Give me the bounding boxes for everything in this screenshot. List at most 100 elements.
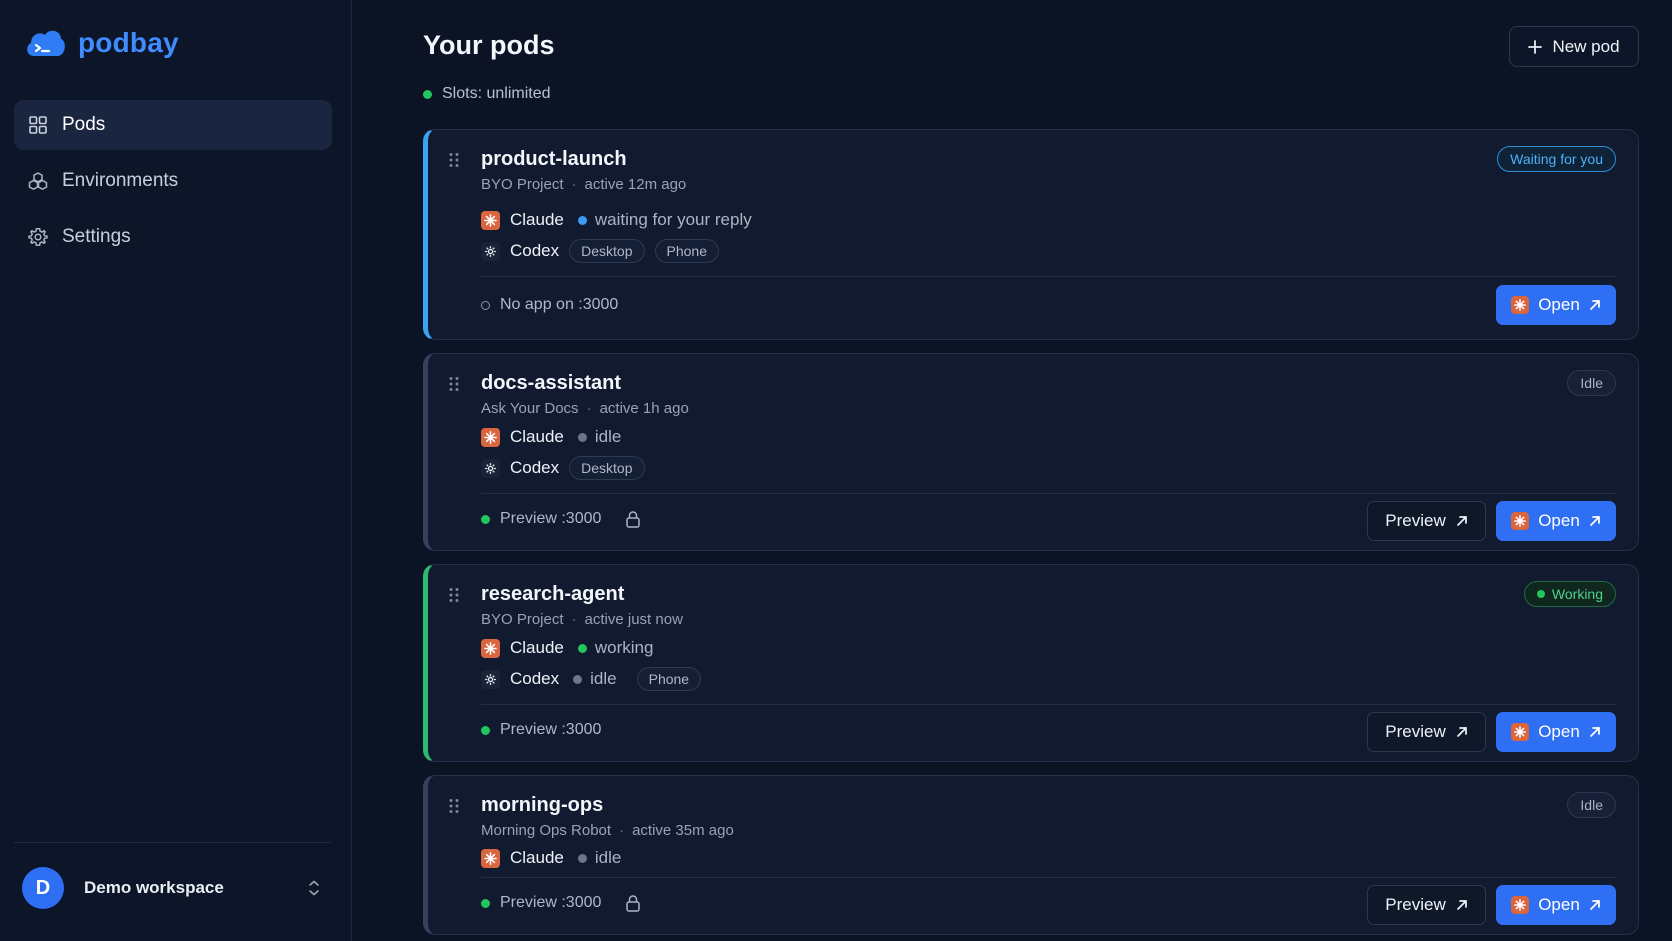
claude-icon <box>481 210 500 230</box>
agent-row-claude: Claude idle <box>481 427 621 447</box>
claude-icon <box>481 427 500 447</box>
status-dot <box>481 725 490 735</box>
status-badge: Waiting for you <box>1497 146 1616 172</box>
codex-icon <box>481 669 500 689</box>
external-arrow-icon <box>1589 516 1600 526</box>
agent-name: Claude <box>510 210 564 229</box>
sidebar-item-label: Pods <box>62 114 106 135</box>
external-arrow-icon <box>1456 727 1467 737</box>
open-button[interactable]: Open <box>1496 712 1616 752</box>
avatar: D <box>22 867 64 909</box>
status-badge: Idle <box>1567 792 1616 818</box>
card-divider <box>481 493 1616 494</box>
logo[interactable]: podbay <box>24 26 179 60</box>
drag-handle-icon[interactable] <box>448 587 460 603</box>
preview-status-label: Preview :3000 <box>500 894 602 911</box>
sidebar-item-environments[interactable]: Environments <box>14 156 332 206</box>
pod-name[interactable]: morning-ops <box>481 794 603 817</box>
agent-row-claude: Claude idle <box>481 848 621 868</box>
preview-status: Preview :3000 <box>481 894 641 912</box>
status-dot <box>577 215 587 225</box>
pod-meta: BYO Project · active just now <box>481 611 683 628</box>
lock-icon[interactable] <box>625 510 641 528</box>
drag-handle-icon[interactable] <box>448 376 460 392</box>
agent-status: idle <box>573 669 617 689</box>
meta-separator: · <box>619 822 625 839</box>
agent-row-codex: Codex Desktop <box>481 456 645 480</box>
app-status-label: No app on :3000 <box>500 296 619 313</box>
status-dot <box>423 89 432 99</box>
lock-icon[interactable] <box>625 894 641 912</box>
external-arrow-icon <box>1589 300 1600 310</box>
cubes-icon <box>28 172 48 191</box>
workspace-switcher[interactable]: D Demo workspace <box>22 866 330 910</box>
preview-status-label: Preview :3000 <box>500 721 602 738</box>
grid-icon <box>29 116 47 134</box>
pod-name[interactable]: docs-assistant <box>481 372 621 395</box>
pod-project: BYO Project <box>481 611 564 628</box>
pod-project: Morning Ops Robot <box>481 822 612 839</box>
new-pod-button[interactable]: New pod <box>1509 26 1639 67</box>
gear-icon <box>28 228 48 246</box>
agent-status-label: working <box>594 638 654 657</box>
preview-button[interactable]: Preview <box>1367 501 1486 541</box>
pod-card-docs-assistant[interactable]: docs-assistant Ask Your Docs · active 1h… <box>423 353 1639 551</box>
open-button[interactable]: Open <box>1496 285 1616 325</box>
agent-name: Claude <box>510 638 564 657</box>
codex-icon <box>481 458 500 478</box>
status-dot <box>481 898 490 908</box>
open-label: Open <box>1538 511 1580 530</box>
pod-meta: BYO Project · active 12m ago <box>481 176 686 193</box>
open-label: Open <box>1538 722 1580 741</box>
meta-separator: · <box>571 611 577 628</box>
badge-label: Waiting for you <box>1510 151 1603 167</box>
badge-label: Idle <box>1580 375 1603 391</box>
card-divider <box>481 276 1616 277</box>
agent-name: Claude <box>510 848 564 867</box>
pod-name[interactable]: research-agent <box>481 583 624 606</box>
agent-name: Claude <box>510 427 564 446</box>
preview-status-label: Preview :3000 <box>500 510 602 527</box>
device-chip: Desktop <box>569 239 645 263</box>
badge-label: Working <box>1551 586 1603 602</box>
agent-status: working <box>577 638 654 658</box>
pod-name[interactable]: product-launch <box>481 148 627 171</box>
claude-icon <box>1511 512 1530 530</box>
preview-button[interactable]: Preview <box>1367 712 1486 752</box>
cloud-terminal-icon <box>27 30 65 56</box>
preview-label: Preview <box>1385 722 1446 741</box>
preview-button[interactable]: Preview <box>1367 885 1486 925</box>
agent-status-label: waiting for your reply <box>594 210 752 229</box>
plus-icon <box>1528 39 1543 54</box>
page-title: Your pods <box>423 30 555 60</box>
meta-separator: · <box>571 176 577 193</box>
chevron-up-down-icon <box>309 880 319 896</box>
pod-card-product-launch[interactable]: product-launch BYO Project · active 12m … <box>423 129 1639 340</box>
preview-label: Preview <box>1385 511 1446 530</box>
open-button[interactable]: Open <box>1496 501 1616 541</box>
drag-handle-icon[interactable] <box>448 152 460 168</box>
preview-status: Preview :3000 <box>481 510 641 528</box>
pod-card-research-agent[interactable]: research-agent BYO Project · active just… <box>423 564 1639 762</box>
status-dot <box>573 674 583 684</box>
pod-meta: Ask Your Docs · active 1h ago <box>481 400 689 417</box>
slots-indicator: Slots: unlimited <box>423 85 551 103</box>
drag-handle-icon[interactable] <box>448 798 460 814</box>
sidebar: podbay Pods Environments Settings D Demo… <box>0 0 352 941</box>
pod-project: BYO Project <box>481 176 564 193</box>
agent-status-label: idle <box>594 848 622 867</box>
open-button[interactable]: Open <box>1496 885 1616 925</box>
pod-card-morning-ops[interactable]: morning-ops Morning Ops Robot · active 3… <box>423 775 1639 935</box>
sidebar-item-settings[interactable]: Settings <box>14 212 332 262</box>
app-status: No app on :3000 <box>481 296 618 314</box>
external-arrow-icon <box>1589 727 1600 737</box>
status-badge: Working <box>1523 581 1616 607</box>
preview-status: Preview :3000 <box>481 721 601 739</box>
device-chip: Desktop <box>569 456 645 480</box>
sidebar-item-label: Environments <box>62 170 179 191</box>
sidebar-item-pods[interactable]: Pods <box>14 100 332 150</box>
card-divider <box>481 704 1616 705</box>
workspace-name: Demo workspace <box>84 878 224 897</box>
device-chip: Phone <box>654 239 719 263</box>
status-dot <box>577 432 587 442</box>
